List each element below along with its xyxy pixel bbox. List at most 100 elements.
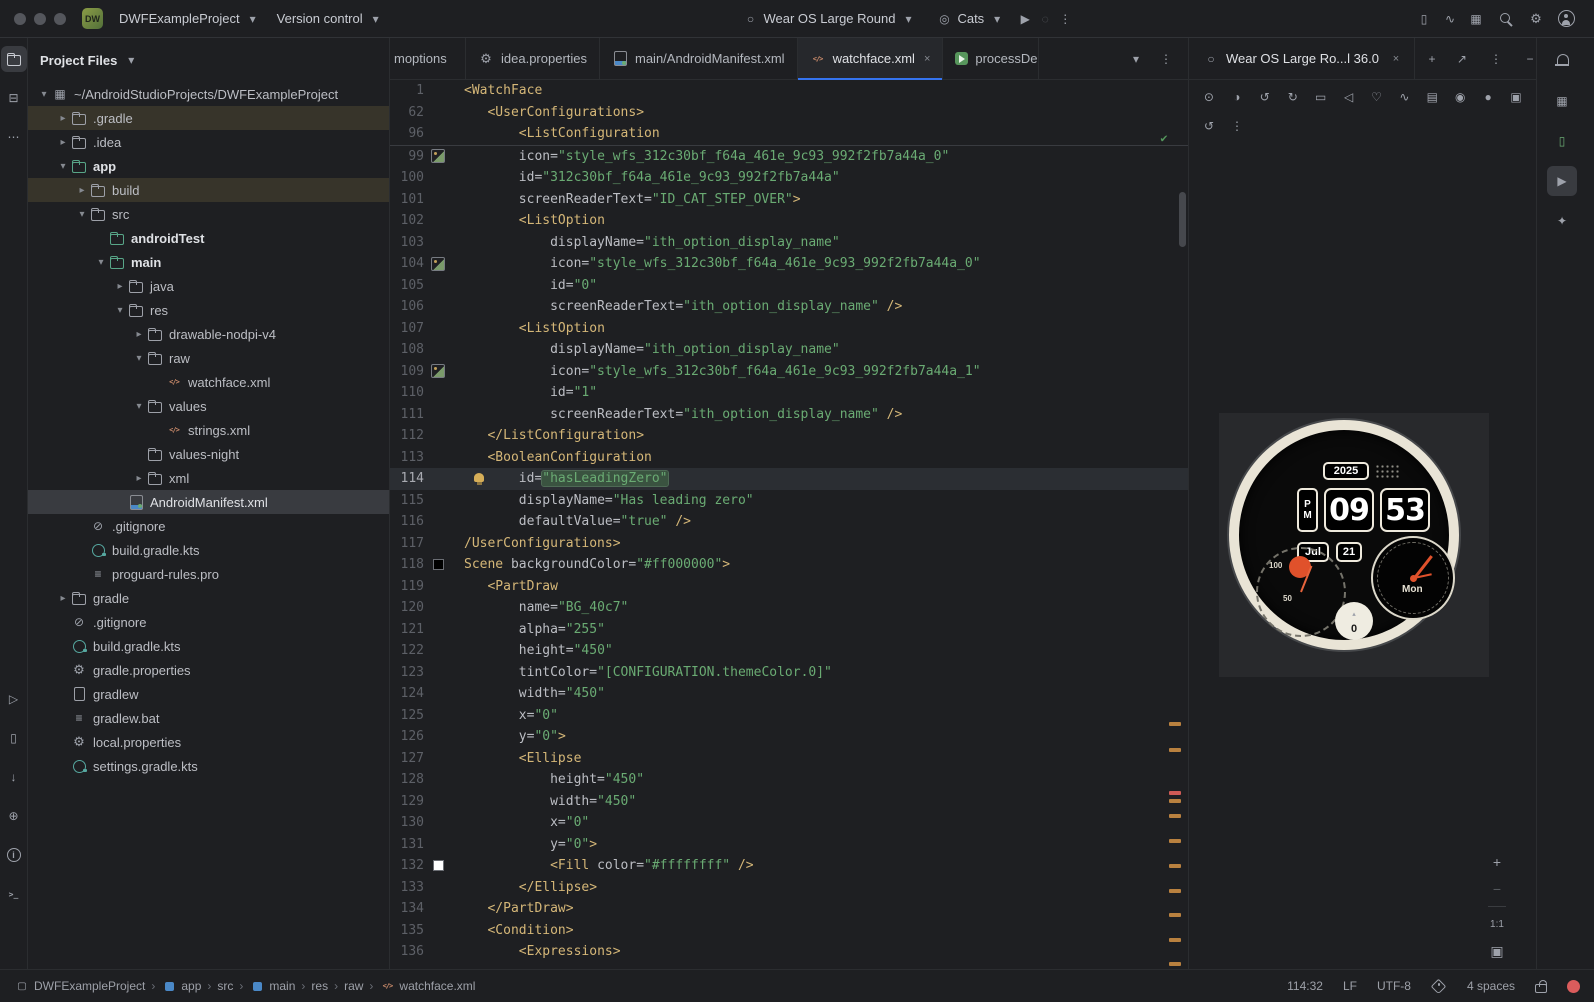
profile-button[interactable]: ◌ — [1037, 11, 1053, 27]
code-line-136[interactable]: 136 <Expressions> — [390, 941, 1188, 963]
tree-item-.gitignore[interactable]: ⊘.gitignore — [28, 610, 389, 634]
chevron-right-icon[interactable]: ▸ — [55, 113, 71, 124]
tree-item-.gitignore[interactable]: ⊘.gitignore — [28, 514, 389, 538]
code-line-112[interactable]: 112 </ListConfiguration> — [390, 425, 1188, 447]
tree-item-java[interactable]: ▸java — [28, 274, 389, 298]
device-screen[interactable]: 2025 P M 09 53 Jul 21 — [1219, 413, 1489, 677]
device-manager-button[interactable]: ▯ — [1547, 126, 1577, 156]
breadcrumb-src[interactable]: src — [217, 979, 233, 993]
more-vert-icon[interactable]: ⋮ — [1158, 51, 1174, 67]
tree-item-strings.xml[interactable]: </>strings.xml — [28, 418, 389, 442]
chevron-down-icon[interactable]: ▾ — [131, 401, 147, 412]
code-line-110[interactable]: 110 id="1" — [390, 382, 1188, 404]
tree-item-androidTest[interactable]: androidTest — [28, 226, 389, 250]
code-line-62[interactable]: 62 <UserConfigurations> — [390, 102, 1188, 124]
gutter[interactable]: 123 — [390, 662, 464, 684]
code-line-119[interactable]: 119 <PartDraw — [390, 576, 1188, 598]
gutter[interactable]: 127 — [390, 748, 464, 770]
code-line-117[interactable]: 117/UserConfigurations> — [390, 533, 1188, 555]
gemini-button[interactable]: ✦ — [1547, 206, 1577, 236]
gutter[interactable]: 119 — [390, 576, 464, 598]
line-ending[interactable]: LF — [1343, 979, 1357, 993]
version-control-tool-button[interactable] — [1, 920, 27, 946]
code-line-99[interactable]: 99 icon="style_wfs_312c30bf_f64a_461e_9c… — [390, 146, 1188, 168]
gutter[interactable]: 102 — [390, 210, 464, 232]
code-line-135[interactable]: 135 <Condition> — [390, 920, 1188, 942]
editor-body[interactable]: 1<WatchFace62 <UserConfigurations>96 <Li… — [390, 80, 1188, 969]
gutter[interactable]: 118 — [390, 554, 464, 576]
gutter[interactable]: 104 — [390, 253, 464, 275]
breadcrumb-app[interactable]: app — [161, 978, 201, 994]
gutter[interactable]: 62 — [390, 102, 464, 124]
code-line-133[interactable]: 133 </Ellipse> — [390, 877, 1188, 899]
gutter[interactable]: 115 — [390, 490, 464, 512]
breadcrumb-main[interactable]: main — [249, 978, 295, 994]
caret-position[interactable]: 114:32 — [1287, 979, 1323, 993]
tab-idea.properties[interactable]: ⚙idea.properties — [466, 38, 600, 79]
code-line-102[interactable]: 102 <ListOption — [390, 210, 1188, 232]
chevron-down-icon[interactable]: ▾ — [112, 305, 128, 316]
tab-processDebug[interactable]: processDebug — [943, 38, 1039, 79]
zoom-out-button[interactable]: − — [1486, 879, 1508, 899]
gutter[interactable]: 117 — [390, 533, 464, 555]
more-actions-button[interactable]: ⋮ — [1057, 11, 1073, 27]
chevron-right-icon[interactable]: ▸ — [131, 329, 147, 340]
error-highlight-indicator[interactable] — [1567, 980, 1580, 993]
window-minimize-button[interactable] — [34, 13, 46, 25]
code-line-118[interactable]: 118Scene backgroundColor="#ff000000"> — [390, 554, 1188, 576]
code-line-106[interactable]: 106 screenReaderText="ith_option_display… — [390, 296, 1188, 318]
layout-inspector-icon[interactable]: ▦ — [1468, 11, 1484, 27]
gutter[interactable]: 116 — [390, 511, 464, 533]
tree-item-build.gradle.kts[interactable]: build.gradle.kts — [28, 538, 389, 562]
chevron-right-icon[interactable]: ▸ — [74, 185, 90, 196]
code-line-115[interactable]: 115 displayName="Has leading zero" — [390, 490, 1188, 512]
tree-item-main[interactable]: ▾main — [28, 250, 389, 274]
code-line-131[interactable]: 131 y="0"> — [390, 834, 1188, 856]
window-close-button[interactable] — [14, 13, 26, 25]
device-explorer-tool-button[interactable]: ↓ — [1, 764, 27, 790]
open-in-window-icon[interactable]: ↗ — [1449, 46, 1475, 72]
chevron-right-icon[interactable]: ▸ — [131, 473, 147, 484]
gutter[interactable]: 136 — [390, 941, 464, 963]
terminal-tool-button[interactable]: >_ — [1, 881, 27, 907]
analysis-marker[interactable] — [1169, 913, 1181, 917]
tree-item-settings.gradle.kts[interactable]: settings.gradle.kts — [28, 754, 389, 778]
breadcrumb-DWFExampleProject[interactable]: ▢DWFExampleProject — [14, 978, 145, 994]
code-line-108[interactable]: 108 displayName="ith_option_display_name… — [390, 339, 1188, 361]
code-line-1[interactable]: 1<WatchFace — [390, 80, 1188, 102]
analysis-marker[interactable] — [1169, 791, 1181, 795]
gutter[interactable]: 125 — [390, 705, 464, 727]
analysis-marker[interactable] — [1169, 962, 1181, 966]
lock-icon[interactable] — [1535, 984, 1547, 993]
gutter[interactable]: 112 — [390, 425, 464, 447]
code-line-107[interactable]: 107 <ListOption — [390, 318, 1188, 340]
code-line-126[interactable]: 126 y="0"> — [390, 726, 1188, 748]
chevron-down-icon[interactable]: ▾ — [1128, 51, 1144, 67]
breadcrumb-raw[interactable]: raw — [344, 979, 363, 993]
more-options-icon[interactable]: ⋮ — [1483, 46, 1509, 72]
code-line-111[interactable]: 111 screenReaderText="ith_option_display… — [390, 404, 1188, 426]
gutter[interactable]: 120 — [390, 597, 464, 619]
breadcrumb-watchface.xml[interactable]: </>watchface.xml — [379, 978, 475, 994]
code-line-127[interactable]: 127 <Ellipse — [390, 748, 1188, 770]
rotate-left-button[interactable]: ↺ — [1253, 85, 1277, 109]
project-menu-button[interactable]: DWFExampleProject ▾ — [111, 7, 269, 31]
running-devices-button[interactable]: ▶ — [1547, 166, 1577, 196]
search-everywhere-button[interactable] — [1494, 7, 1518, 31]
version-control-button[interactable]: Version control ▾ — [269, 7, 392, 31]
wear-button-button[interactable]: ▭ — [1309, 85, 1333, 109]
project-view-button[interactable] — [1, 46, 27, 72]
chevron-down-icon[interactable]: ▾ — [74, 209, 90, 220]
project-panel-header[interactable]: Project Files ▾ — [28, 38, 389, 82]
intention-bulb-icon[interactable] — [474, 473, 484, 482]
gutter[interactable]: 109 — [390, 361, 464, 383]
tree-item-AndroidManifest.xml[interactable]: AndroidManifest.xml — [28, 490, 389, 514]
breadcrumb-res[interactable]: res — [311, 979, 328, 993]
gutter[interactable]: 126 — [390, 726, 464, 748]
gutter[interactable]: 107 — [390, 318, 464, 340]
chevron-down-icon[interactable]: ▾ — [55, 161, 71, 172]
gutter[interactable]: 105 — [390, 275, 464, 297]
record-button[interactable]: ● — [1476, 85, 1500, 109]
reset-view-button[interactable]: ↺ — [1199, 116, 1219, 136]
chevron-right-icon[interactable]: ▸ — [112, 281, 128, 292]
